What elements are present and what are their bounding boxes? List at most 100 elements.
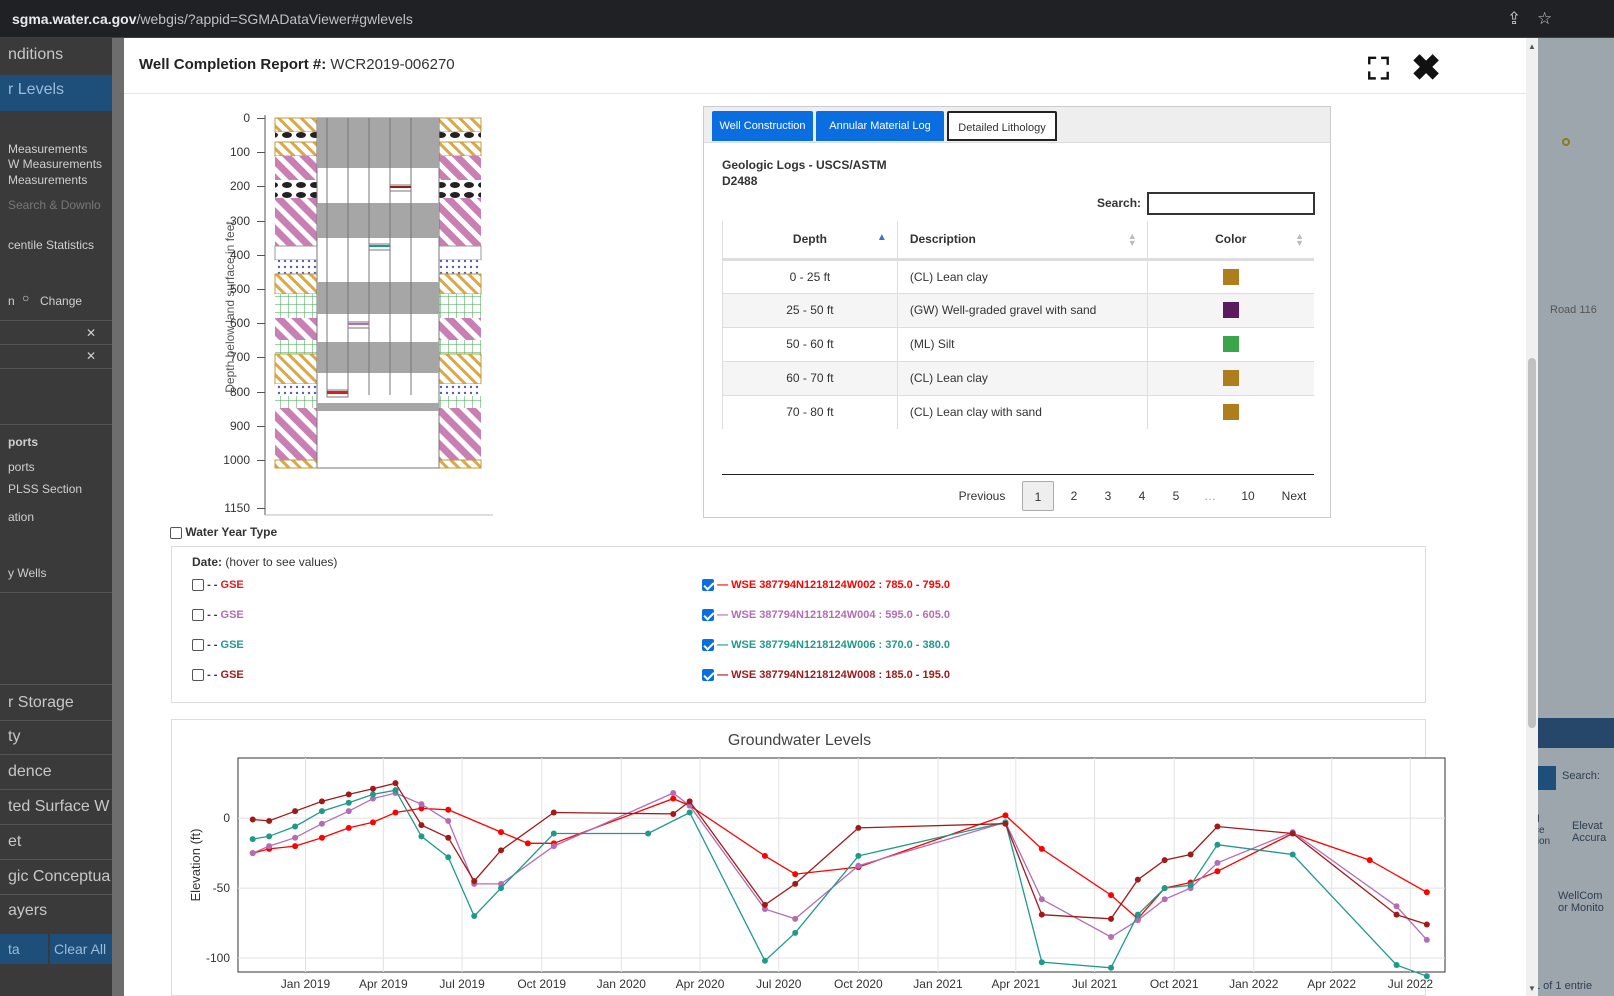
- x-tick-label: Oct 2019: [517, 977, 566, 991]
- data-point: [1002, 820, 1009, 827]
- data-point: [1134, 911, 1141, 918]
- data-point: [1161, 896, 1168, 903]
- data-point: [855, 862, 862, 869]
- data-point: [792, 871, 799, 878]
- data-point: [266, 817, 273, 824]
- data-point: [645, 830, 652, 837]
- y-tick-label: -100: [206, 951, 230, 965]
- data-point: [1002, 812, 1009, 819]
- data-point: [1214, 823, 1221, 830]
- data-point: [792, 915, 799, 922]
- data-point: [345, 824, 352, 831]
- data-point: [1214, 841, 1221, 848]
- data-point: [345, 791, 352, 798]
- data-point: [1393, 903, 1400, 910]
- data-point: [1161, 885, 1168, 892]
- data-point: [792, 929, 799, 936]
- data-point: [266, 843, 273, 850]
- x-tick-label: Jan 2019: [281, 977, 331, 991]
- x-tick-label: Jul 2021: [1072, 977, 1118, 991]
- data-point: [445, 854, 452, 861]
- data-point: [445, 834, 452, 841]
- data-point: [418, 822, 425, 829]
- data-point: [1108, 915, 1115, 922]
- data-point: [1038, 845, 1045, 852]
- data-point: [1289, 851, 1296, 858]
- data-point: [855, 824, 862, 831]
- data-point: [1423, 973, 1430, 980]
- y-tick-label: 0: [223, 811, 230, 825]
- data-point: [292, 834, 299, 841]
- data-point: [686, 798, 693, 805]
- data-point: [369, 819, 376, 826]
- y-axis-label: Elevation (ft): [188, 829, 203, 902]
- data-point: [761, 957, 768, 964]
- data-point: [418, 801, 425, 808]
- data-point: [1393, 962, 1400, 969]
- data-point: [686, 809, 693, 816]
- x-tick-label: Jul 2019: [439, 977, 485, 991]
- x-tick-label: Apr 2021: [991, 977, 1040, 991]
- data-point: [471, 913, 478, 920]
- data-point: [1134, 876, 1141, 883]
- data-point: [392, 780, 399, 787]
- data-point: [266, 833, 273, 840]
- data-point: [318, 798, 325, 805]
- data-point: [1187, 851, 1194, 858]
- data-point: [249, 850, 256, 857]
- data-point: [498, 829, 505, 836]
- data-point: [1187, 882, 1194, 889]
- data-point: [318, 808, 325, 815]
- data-point: [292, 843, 299, 850]
- data-point: [418, 833, 425, 840]
- x-tick-label: Apr 2019: [359, 977, 408, 991]
- x-tick-label: Oct 2020: [834, 977, 883, 991]
- data-point: [345, 799, 352, 806]
- x-tick-label: Apr 2020: [676, 977, 725, 991]
- data-point: [249, 816, 256, 823]
- data-point: [670, 795, 677, 802]
- data-point: [1161, 857, 1168, 864]
- data-point: [792, 880, 799, 887]
- data-point: [1038, 911, 1045, 918]
- data-point: [550, 809, 557, 816]
- data-point: [249, 836, 256, 843]
- data-point: [369, 785, 376, 792]
- data-point: [1423, 936, 1430, 943]
- data-point: [1038, 959, 1045, 966]
- data-point: [392, 787, 399, 794]
- data-point: [1214, 859, 1221, 866]
- data-point: [445, 806, 452, 813]
- data-point: [1423, 921, 1430, 928]
- data-point: [345, 808, 352, 815]
- data-point: [318, 834, 325, 841]
- data-point: [369, 791, 376, 798]
- data-point: [1393, 911, 1400, 918]
- data-point: [550, 830, 557, 837]
- data-point: [550, 843, 557, 850]
- y-tick-label: -50: [213, 881, 231, 895]
- data-point: [318, 820, 325, 827]
- data-point: [392, 809, 399, 816]
- x-tick-label: Oct 2021: [1150, 977, 1199, 991]
- x-tick-label: Jan 2020: [597, 977, 647, 991]
- data-point: [292, 823, 299, 830]
- data-point: [1366, 857, 1373, 864]
- x-tick-label: Jul 2020: [756, 977, 802, 991]
- data-point: [1423, 889, 1430, 896]
- data-point: [1108, 892, 1115, 899]
- data-point: [524, 840, 531, 847]
- x-tick-label: Jan 2021: [913, 977, 963, 991]
- data-point: [498, 885, 505, 892]
- data-point: [1038, 896, 1045, 903]
- x-tick-label: Jan 2022: [1229, 977, 1279, 991]
- x-tick-label: Apr 2022: [1307, 977, 1356, 991]
- data-point: [670, 810, 677, 817]
- data-point: [1289, 830, 1296, 837]
- data-point: [498, 847, 505, 854]
- data-point: [670, 789, 677, 796]
- data-point: [445, 817, 452, 824]
- data-point: [292, 808, 299, 815]
- data-point: [1108, 964, 1115, 971]
- data-point: [1214, 868, 1221, 875]
